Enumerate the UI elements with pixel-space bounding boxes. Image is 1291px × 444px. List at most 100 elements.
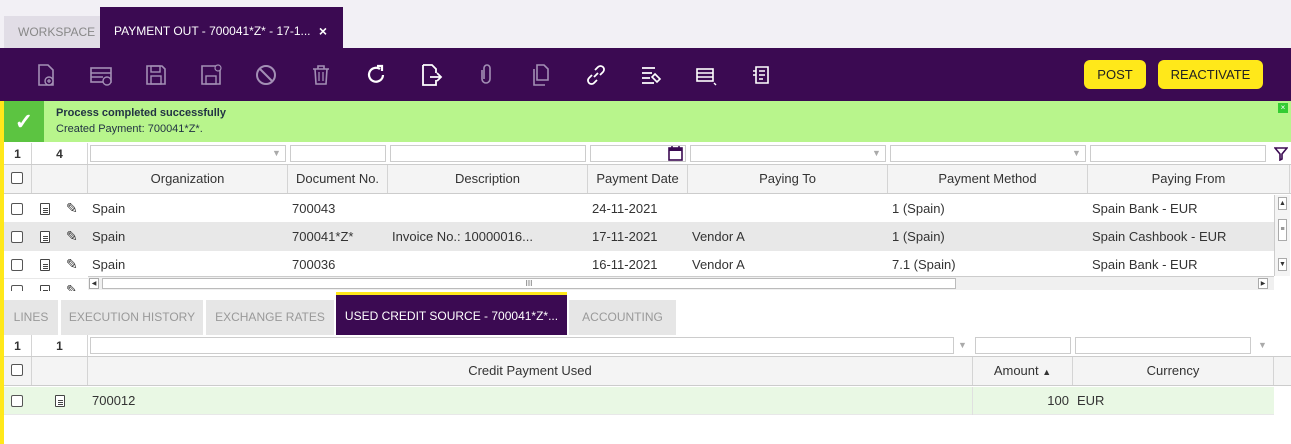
col-amount-label: Amount [993,363,1039,378]
edit-pencil-icon[interactable]: ✎ [66,228,78,245]
scroll-right-icon[interactable]: ▶ [1258,278,1268,289]
cell-payment-date: 16-11-2021 [592,257,658,272]
table-row[interactable]: 700012 100 EUR [4,387,1274,415]
filter-paying-to[interactable] [690,145,886,162]
col-description[interactable]: Description [388,165,588,193]
chevron-down-icon[interactable]: ▼ [872,148,881,158]
row-checkbox[interactable] [11,285,23,291]
main-grid-vertical-scrollbar[interactable]: ▲ ≡ ▼ [1274,195,1290,276]
document-icon[interactable] [40,259,50,271]
toolbar: POST REACTIVATE [0,48,1291,101]
document-icon[interactable] [55,395,65,407]
post-button[interactable]: POST [1084,60,1146,89]
tab-used-credit-source[interactable]: USED CREDIT SOURCE - 700041*Z*... [336,292,567,335]
filter-currency[interactable] [1075,337,1251,354]
selected-count: 1 [4,335,32,356]
filter-description[interactable] [390,145,586,162]
tab-exchange-rates[interactable]: EXCHANGE RATES [206,300,334,335]
filter-paying-from[interactable] [1090,145,1266,162]
tab-lines[interactable]: LINES [4,300,58,335]
cell-description: Invoice No.: 10000016... [392,229,533,244]
refresh-icon[interactable] [363,62,389,88]
scroll-down-icon[interactable]: ▼ [1278,258,1287,271]
cell-paying-from: Spain Bank - EUR [1092,201,1198,216]
cell-paying-from: Spain Cashbook - EUR [1092,229,1227,244]
tab-execution-history[interactable]: EXECUTION HISTORY [61,300,203,335]
cell-document-no: 700041*Z* [292,229,354,244]
table-row[interactable]: ✎ Spain 700041*Z* Invoice No.: 10000016.… [4,223,1274,251]
left-edge-accent [0,101,4,444]
select-all-cell [4,165,32,193]
save-icon[interactable] [143,62,169,88]
col-credit-payment-used[interactable]: Credit Payment Used [88,357,973,385]
delete-icon[interactable] [308,62,334,88]
row-checkbox[interactable] [11,259,23,271]
credit-grid-filter-row: 1 1 ▼ ▼ [4,335,1291,357]
edit-pencil-icon[interactable]: ✎ [66,256,78,273]
filter-document-no[interactable] [290,145,386,162]
edit-pencil-icon[interactable]: ✎ [66,200,78,217]
filter-payment-method[interactable] [890,145,1086,162]
row-checkbox[interactable] [11,395,23,407]
process-icon[interactable] [638,62,664,88]
filter-organization[interactable] [90,145,286,162]
col-paying-from[interactable]: Paying From [1088,165,1290,193]
col-organization[interactable]: Organization [88,165,288,193]
link-icon[interactable] [583,62,609,88]
edit-pencil-icon[interactable]: ✎ [66,282,78,291]
horizontal-scroll-thumb[interactable]: III [102,278,956,289]
cell-amount: 100 [1047,393,1069,408]
actions-header [32,357,88,385]
col-payment-method[interactable]: Payment Method [888,165,1088,193]
row-checkbox[interactable] [11,203,23,215]
chevron-down-icon[interactable]: ▼ [1258,340,1267,350]
attachment-icon[interactable] [473,62,499,88]
new-row-icon[interactable] [88,62,114,88]
row-checkbox[interactable] [11,231,23,243]
reactivate-button[interactable]: REACTIVATE [1158,60,1263,89]
export-icon[interactable] [418,62,444,88]
filter-amount[interactable] [975,337,1071,354]
select-all-checkbox[interactable] [11,364,23,376]
chevron-down-icon[interactable]: ▼ [1072,148,1081,158]
col-amount[interactable]: Amount ▲ [973,357,1073,385]
scroll-thumb[interactable]: ≡ [1278,219,1287,241]
document-icon[interactable] [40,285,50,291]
col-paying-to[interactable]: Paying To [688,165,888,193]
select-all-checkbox[interactable] [11,172,23,184]
filter-icon[interactable] [1273,146,1289,162]
main-grid-filter-row: 1 4 ▼ ▼ ▼ [4,143,1291,165]
chevron-down-icon[interactable]: ▼ [272,148,281,158]
save-close-icon[interactable] [198,62,224,88]
undo-icon[interactable] [253,62,279,88]
col-payment-date[interactable]: Payment Date [588,165,688,193]
copy-icon[interactable] [528,62,554,88]
new-document-icon[interactable] [32,62,58,88]
cell-paying-from: Spain Bank - EUR [1092,257,1198,272]
chevron-down-icon[interactable]: ▼ [958,340,967,350]
table-row[interactable]: ✎ Spain 700036 16-11-2021 Vendor A 7.1 (… [4,251,1274,279]
cell-payment-method: 1 (Spain) [892,201,945,216]
success-message-bar: Process completed successfully Created P… [4,101,1291,142]
close-message-icon[interactable]: × [1278,103,1288,113]
table-row[interactable]: ✎ Spain 700043 24-11-2021 1 (Spain) Spai… [4,195,1274,223]
main-grid-horizontal-scrollbar[interactable]: ◀ III ▶ [88,276,1274,290]
filter-credit-payment-used[interactable] [90,337,954,354]
scroll-up-icon[interactable]: ▲ [1278,197,1287,210]
grid-view-icon[interactable] [693,62,719,88]
scroll-left-icon[interactable]: ◀ [89,278,99,289]
select-all-cell [4,357,32,385]
document-icon[interactable] [40,231,50,243]
tab-workspace[interactable]: WORKSPACE [4,16,100,48]
col-currency[interactable]: Currency [1073,357,1274,385]
audit-trail-icon[interactable] [748,62,774,88]
tab-accounting[interactable]: ACCOUNTING [569,300,676,335]
window-tab-bar: WORKSPACE PAYMENT OUT - 700041*Z* - 17-1… [0,0,1291,48]
record-count: 4 [32,143,88,164]
calendar-icon[interactable] [668,145,683,161]
document-icon[interactable] [40,203,50,215]
checkmark-icon: ✓ [4,101,44,142]
col-document-no[interactable]: Document No. [288,165,388,193]
message-text: Created Payment: 700041*Z*. [56,123,203,135]
tab-payment-out[interactable]: PAYMENT OUT - 700041*Z* - 17-1... × [100,7,343,48]
